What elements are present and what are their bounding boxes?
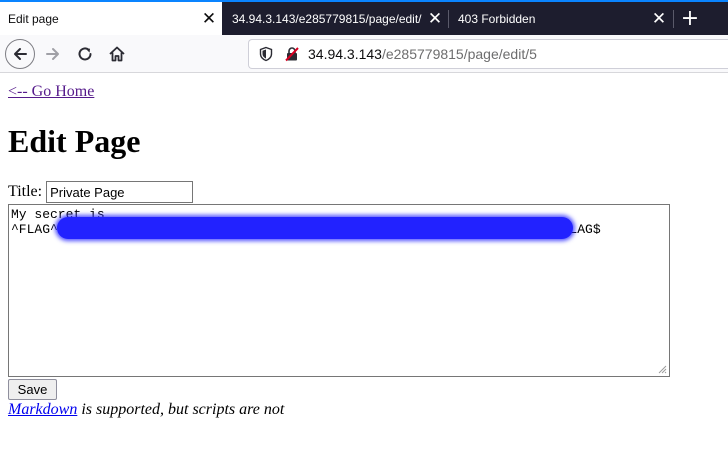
close-icon[interactable]: ✕ bbox=[648, 10, 670, 27]
close-icon[interactable]: ✕ bbox=[424, 10, 446, 27]
home-icon bbox=[109, 46, 125, 62]
markdown-note: Markdown is supported, but scripts are n… bbox=[8, 401, 284, 419]
url-host: 34.94.3.143 bbox=[308, 46, 382, 62]
url-path: /e285779815/page/edit/5 bbox=[381, 46, 537, 62]
plus-icon[interactable]: + bbox=[676, 2, 704, 35]
url-text[interactable]: 34.94.3.143/e285779815/page/edit/5 bbox=[308, 46, 537, 62]
title-label: Title: bbox=[8, 183, 43, 200]
reload-icon bbox=[78, 47, 92, 61]
resize-grip-icon[interactable] bbox=[658, 365, 667, 374]
reload-button[interactable] bbox=[70, 39, 100, 69]
tab-separator bbox=[448, 10, 449, 28]
tab-strip: Edit page ✕ 34.94.3.143/e285779815/page/… bbox=[0, 0, 728, 35]
tab-page-edit-url[interactable]: 34.94.3.143/e285779815/page/edit/ ✕ bbox=[224, 2, 448, 35]
flag-start: ^FLAG^ bbox=[11, 222, 58, 237]
navigation-toolbar: 34.94.3.143/e285779815/page/edit/5 bbox=[0, 35, 728, 73]
forward-button[interactable] bbox=[38, 39, 68, 69]
tab-title: 34.94.3.143/e285779815/page/edit/ bbox=[232, 11, 422, 26]
page-content-textarea[interactable]: My secret is ^FLAG^ $FLAG$ bbox=[8, 204, 670, 377]
back-button[interactable] bbox=[5, 39, 35, 69]
close-icon[interactable]: ✕ bbox=[198, 10, 220, 27]
title-input[interactable] bbox=[46, 181, 194, 203]
shield-icon[interactable] bbox=[258, 46, 274, 62]
markdown-note-text: is supported, but scripts are not bbox=[77, 401, 285, 418]
insecure-lock-icon[interactable] bbox=[284, 46, 300, 62]
tab-title: Edit page bbox=[8, 11, 59, 26]
back-arrow-icon bbox=[14, 48, 27, 60]
title-row: Title: bbox=[8, 181, 194, 203]
home-button[interactable] bbox=[102, 39, 132, 69]
page-title: Edit Page bbox=[8, 123, 141, 159]
redaction-scribble bbox=[57, 217, 573, 239]
tab-title: 403 Forbidden bbox=[458, 11, 536, 26]
address-bar[interactable]: 34.94.3.143/e285779815/page/edit/5 bbox=[248, 39, 728, 69]
tab-403-forbidden[interactable]: 403 Forbidden ✕ bbox=[450, 2, 672, 35]
tab-separator bbox=[673, 10, 674, 28]
forward-arrow-icon bbox=[46, 48, 59, 60]
markdown-link[interactable]: Markdown bbox=[8, 401, 77, 418]
save-button[interactable]: Save bbox=[8, 379, 57, 400]
go-home-link[interactable]: <-- Go Home bbox=[8, 83, 94, 101]
tab-edit-page[interactable]: Edit page ✕ bbox=[0, 2, 222, 35]
